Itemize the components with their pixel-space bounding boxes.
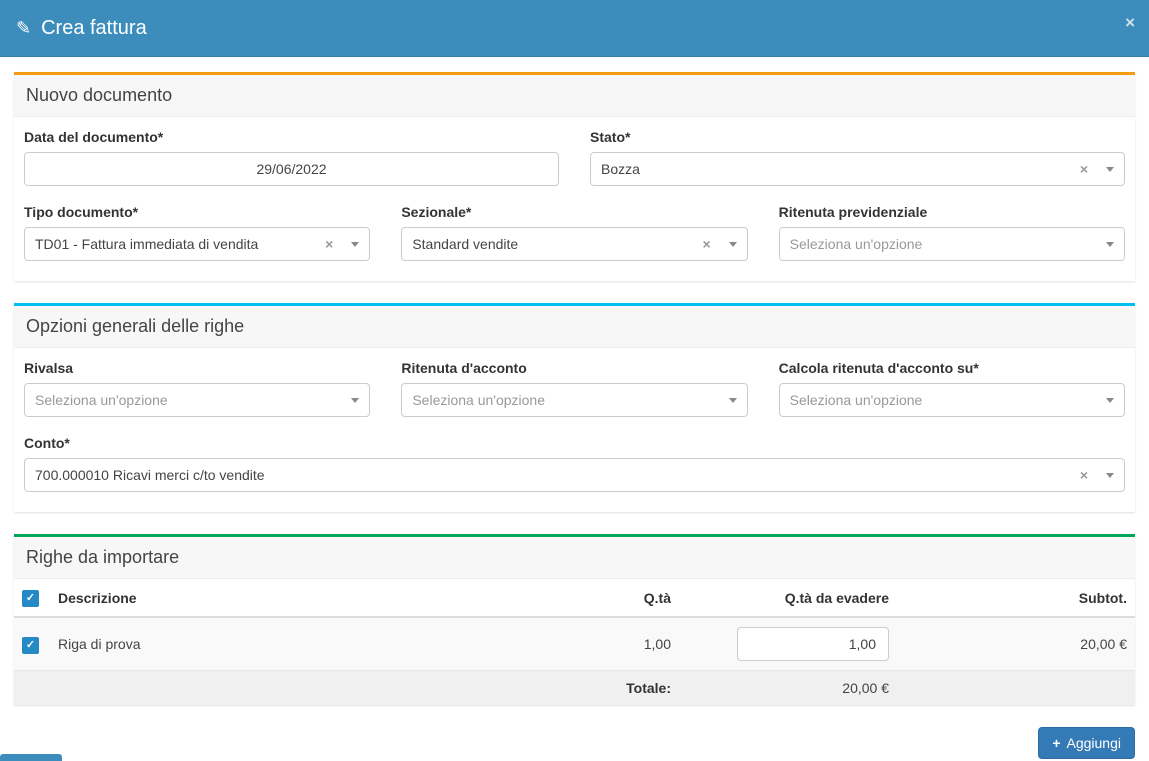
field-sezionale: Sezionale* Standard vendite ×	[401, 204, 747, 261]
field-ritenuta-previdenziale: Ritenuta previdenziale Seleziona un'opzi…	[779, 204, 1125, 261]
chevron-down-icon	[729, 242, 737, 247]
qta-da-evadere-input[interactable]	[737, 627, 889, 661]
righe-table: ✓ Descrizione Q.tà Q.tà da evadere Subto…	[14, 579, 1135, 705]
obscured-button[interactable]	[0, 754, 62, 761]
col-header-subtot: Subtot.	[897, 579, 1135, 617]
totale-value: 20,00 €	[679, 671, 897, 706]
field-stato: Stato* Bozza ×	[590, 129, 1125, 186]
ritenuta-previdenziale-placeholder: Seleziona un'opzione	[790, 236, 1106, 252]
totale-row: Totale: 20,00 €	[14, 671, 1135, 706]
check-icon: ✓	[26, 640, 35, 651]
clear-icon[interactable]: ×	[1080, 162, 1088, 176]
totale-label: Totale:	[14, 671, 679, 706]
section-nuovo-documento-header: Nuovo documento	[14, 75, 1135, 117]
ritenuta-acconto-select[interactable]: Seleziona un'opzione	[401, 383, 747, 417]
close-button[interactable]: ×	[1125, 14, 1135, 31]
rivalsa-select[interactable]: Seleziona un'opzione	[24, 383, 370, 417]
rivalsa-placeholder: Seleziona un'opzione	[35, 392, 351, 408]
section-righe-da-importare: Righe da importare ✓ Descrizione Q.tà Q.…	[14, 534, 1135, 705]
sezionale-selected-value: Standard vendite	[412, 236, 702, 252]
section-nuovo-documento: Nuovo documento Data del documento* Stat…	[14, 72, 1135, 281]
field-conto: Conto* 700.000010 Ricavi merci c/to vend…	[24, 435, 1125, 492]
calcola-ritenuta-select[interactable]: Seleziona un'opzione	[779, 383, 1125, 417]
field-calcola-ritenuta: Calcola ritenuta d'acconto su* Seleziona…	[779, 360, 1125, 417]
modal-title: Crea fattura	[41, 17, 147, 40]
ritenuta-acconto-placeholder: Seleziona un'opzione	[412, 392, 728, 408]
clear-icon[interactable]: ×	[325, 237, 333, 251]
section-opzioni-generali-body: Rivalsa Seleziona un'opzione Ritenuta d'…	[14, 348, 1135, 512]
field-data-documento: Data del documento*	[24, 129, 559, 186]
footer-actions: + Aggiungi	[14, 727, 1135, 759]
select-all-checkbox[interactable]: ✓	[22, 590, 39, 607]
ritenuta-previdenziale-select[interactable]: Seleziona un'opzione	[779, 227, 1125, 261]
section-nuovo-documento-body: Data del documento* Stato* Bozza × Tipo …	[14, 117, 1135, 281]
section-title-opzioni-generali: Opzioni generali delle righe	[26, 316, 1123, 337]
stato-selected-value: Bozza	[601, 161, 1080, 177]
section-opzioni-generali-header: Opzioni generali delle righe	[14, 306, 1135, 348]
row-checkbox[interactable]: ✓	[22, 637, 39, 654]
calcola-ritenuta-placeholder: Seleziona un'opzione	[790, 392, 1106, 408]
aggiungi-label: Aggiungi	[1067, 735, 1122, 751]
modal-header: ✎ Crea fattura ×	[0, 0, 1149, 57]
col-header-qta: Q.tà	[587, 579, 679, 617]
row-subtot: 20,00 €	[897, 617, 1135, 671]
tipo-documento-label: Tipo documento*	[24, 204, 370, 220]
section-title-righe: Righe da importare	[26, 547, 1123, 568]
plus-icon: +	[1052, 735, 1060, 751]
row-qta: 1,00	[587, 617, 679, 671]
sezionale-select[interactable]: Standard vendite ×	[401, 227, 747, 261]
field-tipo-documento: Tipo documento* TD01 - Fattura immediata…	[24, 204, 370, 261]
chevron-down-icon	[1106, 398, 1114, 403]
section-opzioni-generali: Opzioni generali delle righe Rivalsa Sel…	[14, 303, 1135, 512]
stato-label: Stato*	[590, 129, 1125, 145]
table-header-row: ✓ Descrizione Q.tà Q.tà da evadere Subto…	[14, 579, 1135, 617]
conto-label: Conto*	[24, 435, 1125, 451]
table-row: ✓ Riga di prova 1,00 20,00 €	[14, 617, 1135, 671]
clear-icon[interactable]: ×	[702, 237, 710, 251]
pencil-icon: ✎	[16, 18, 31, 39]
aggiungi-button[interactable]: + Aggiungi	[1038, 727, 1135, 759]
chevron-down-icon	[1106, 473, 1114, 478]
sezionale-label: Sezionale*	[401, 204, 747, 220]
chevron-down-icon	[1106, 242, 1114, 247]
ritenuta-acconto-label: Ritenuta d'acconto	[401, 360, 747, 376]
rivalsa-label: Rivalsa	[24, 360, 370, 376]
chevron-down-icon	[729, 398, 737, 403]
tipo-documento-selected-value: TD01 - Fattura immediata di vendita	[35, 236, 325, 252]
chevron-down-icon	[1106, 167, 1114, 172]
data-documento-label: Data del documento*	[24, 129, 559, 145]
col-header-descrizione: Descrizione	[50, 579, 587, 617]
section-righe-header: Righe da importare	[14, 537, 1135, 579]
row-descrizione: Riga di prova	[50, 617, 587, 671]
conto-select[interactable]: 700.000010 Ricavi merci c/to vendite ×	[24, 458, 1125, 492]
field-ritenuta-acconto: Ritenuta d'acconto Seleziona un'opzione	[401, 360, 747, 417]
calcola-ritenuta-label: Calcola ritenuta d'acconto su*	[779, 360, 1125, 376]
stato-select[interactable]: Bozza ×	[590, 152, 1125, 186]
ritenuta-previdenziale-label: Ritenuta previdenziale	[779, 204, 1125, 220]
tipo-documento-select[interactable]: TD01 - Fattura immediata di vendita ×	[24, 227, 370, 261]
check-icon: ✓	[26, 593, 35, 604]
clear-icon[interactable]: ×	[1080, 468, 1088, 482]
chevron-down-icon	[351, 242, 359, 247]
modal-body: Nuovo documento Data del documento* Stat…	[0, 57, 1149, 759]
field-rivalsa: Rivalsa Seleziona un'opzione	[24, 360, 370, 417]
section-title-nuovo-documento: Nuovo documento	[26, 85, 1123, 106]
data-documento-input[interactable]	[24, 152, 559, 186]
conto-selected-value: 700.000010 Ricavi merci c/to vendite	[35, 467, 1080, 483]
chevron-down-icon	[351, 398, 359, 403]
col-header-qta-da-evadere: Q.tà da evadere	[679, 579, 897, 617]
